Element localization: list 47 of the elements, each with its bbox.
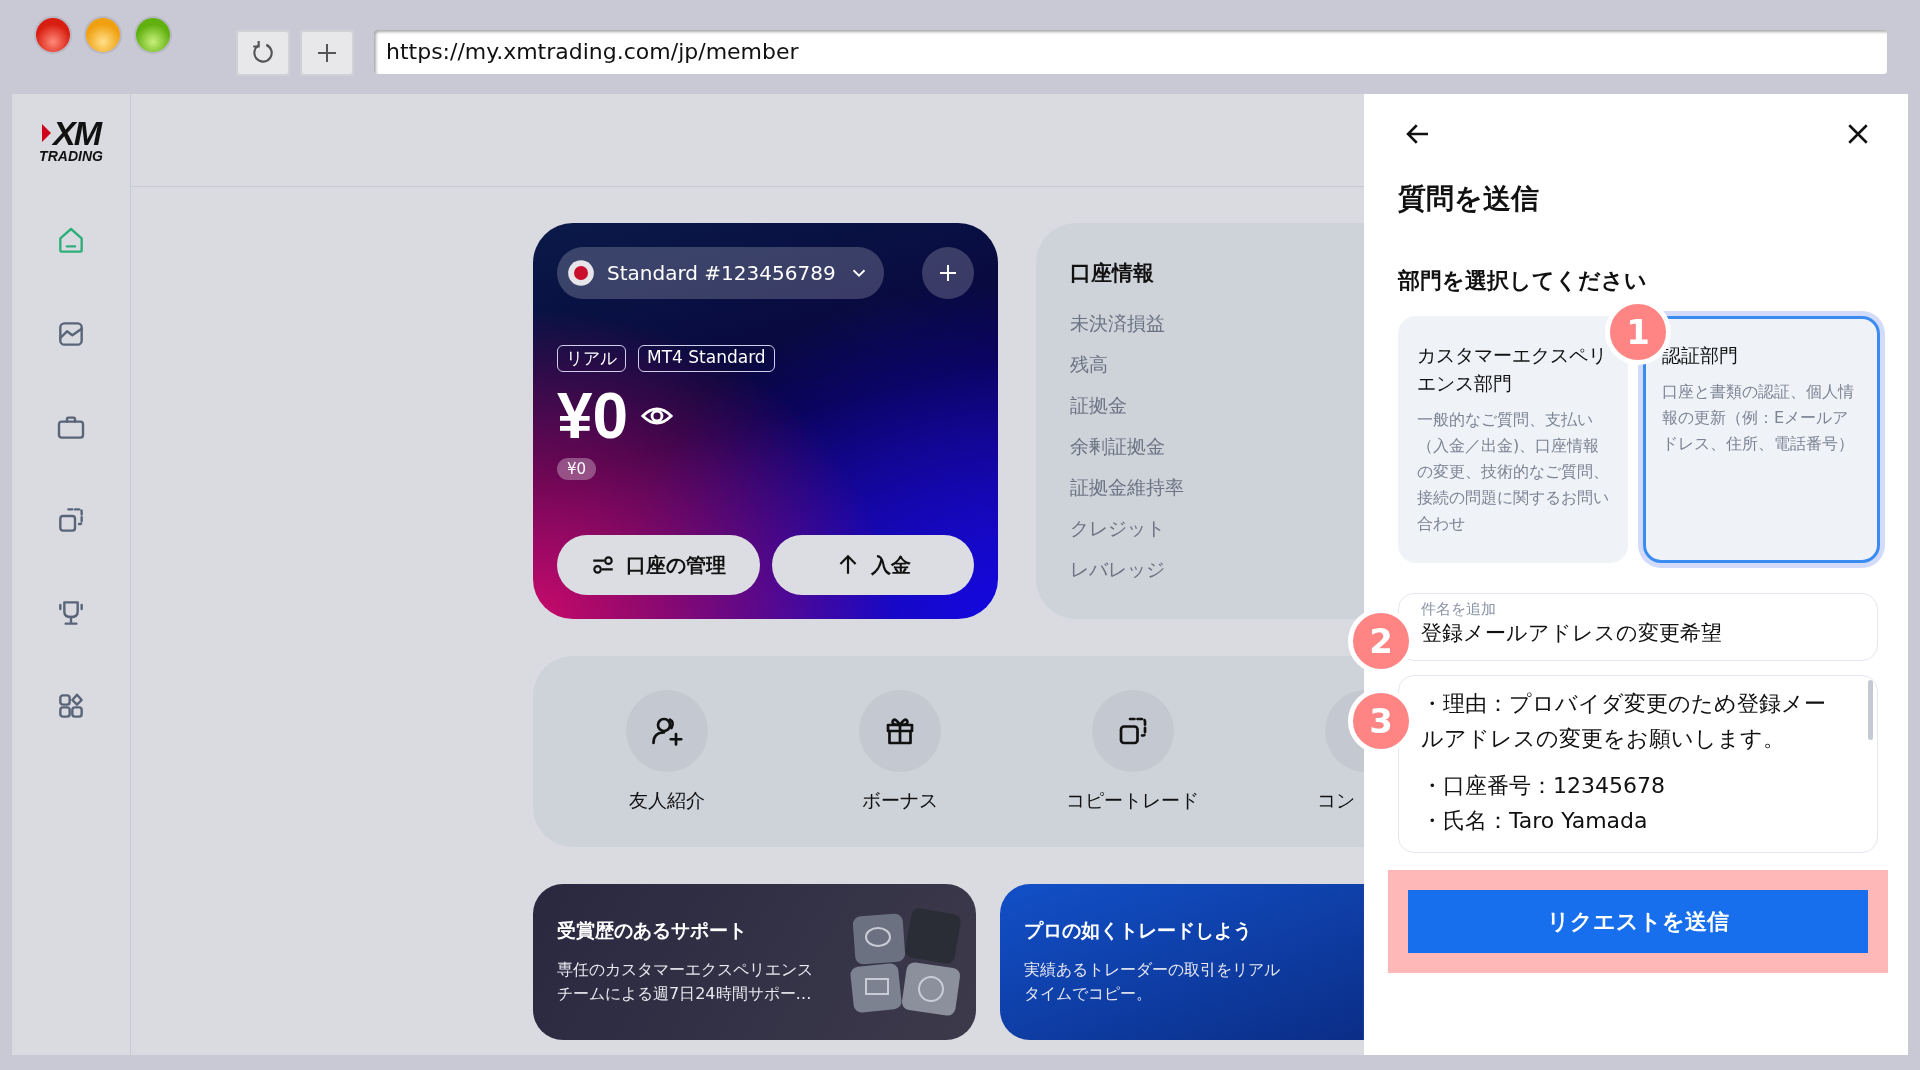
banner-title: プロの如くトレードしよう <box>1024 918 1253 943</box>
panel-title: 質問を送信 <box>1398 181 1540 217</box>
new-tab-button[interactable] <box>300 30 354 76</box>
account-tag: MT4 Standard <box>638 345 775 372</box>
info-label: レバレッジ <box>1070 557 1166 582</box>
section-heading: 部門を選択してください <box>1398 267 1648 295</box>
department-title: カスタマーエクスペリエンス部門 <box>1417 343 1608 396</box>
shortcut-label[interactable]: 友人紹介 <box>628 788 705 814</box>
reload-icon <box>250 40 276 66</box>
flag-icon <box>567 259 595 287</box>
info-label: 余剰証拠金 <box>1070 434 1166 459</box>
section-title: 口座情報 <box>1070 260 1155 287</box>
info-label: 証拠金 <box>1070 393 1128 418</box>
message-text: ・氏名：Taro Yamada <box>1421 807 1649 835</box>
add-account-button[interactable] <box>922 247 974 299</box>
department-option[interactable]: カスタマーエクスペリエンス部門 一般的なご質問、支払い（入金／出金)、口座情報の変更、技術的なご質問、接続の問題に関するお問い合わせ <box>1398 316 1628 563</box>
plus-icon <box>315 41 339 65</box>
promo-banner[interactable]: プロの如くトレードしよう 実績あるトレーダーの取引をリアルタイムでコピー。 <box>1000 884 1364 1040</box>
shortcut-label[interactable]: ボーナス <box>861 788 938 814</box>
info-label: 残高 <box>1070 352 1109 377</box>
address-bar[interactable]: https://my.xmtrading.com/jp/member <box>374 30 1887 74</box>
message-text: ・口座番号：12345678 <box>1421 772 1666 800</box>
banner-title: 受賞歴のあるサポート <box>557 918 748 943</box>
submit-button[interactable]: リクエストを送信 <box>1408 890 1868 953</box>
field-label: 件名を追加 <box>1421 600 1497 619</box>
info-label: 証拠金維持率 <box>1070 475 1185 500</box>
banner-text: 実績あるトレーダーの取引をリアルタイムでコピー。 <box>1024 959 1281 1005</box>
department-description: 一般的なご質問、支払い（入金／出金)、口座情報の変更、技術的なご質問、接続の問題に関するお問い合わせ <box>1417 409 1609 535</box>
logo[interactable]: XM TRADING <box>39 94 103 188</box>
account-tag: リアル <box>557 345 626 372</box>
balance-amount: ¥0 <box>557 379 629 454</box>
field-value: 登録メールアドレスの変更希望 <box>1421 620 1723 647</box>
scrollbar[interactable] <box>1868 680 1873 740</box>
deposit-button[interactable]: 入金 <box>771 535 974 595</box>
shortcut-label[interactable]: コピートレード <box>1066 788 1199 814</box>
info-label: 未決済損益 <box>1070 311 1166 336</box>
department-description: 口座と書類の認証、個人情報の更新（例：Eメールアドレス、住所、電話番号） <box>1662 381 1855 455</box>
account-selector[interactable]: Standard #123456789 <box>557 247 884 299</box>
info-label: クレジット <box>1070 516 1166 541</box>
close-window-button[interactable] <box>36 18 70 52</box>
manage-button[interactable]: 口座の管理 <box>557 535 760 595</box>
promo-banner[interactable]: 受賞歴のあるサポート 専任のカスタマーエクスペリエンスチームによる週7日24時間サポー… <box>533 884 976 1040</box>
message-text: ・理由：プロバイダ変更のため登録メールアドレスの変更をお願いします。 <box>1421 690 1827 753</box>
shortcut-label[interactable]: コン <box>1317 788 1355 814</box>
banner-text: 専任のカスタマーエクスペリエンスチームによる週7日24時間サポー… <box>557 959 814 1005</box>
reload-button[interactable] <box>236 30 290 76</box>
secondary-balance: ¥0 <box>557 458 597 480</box>
